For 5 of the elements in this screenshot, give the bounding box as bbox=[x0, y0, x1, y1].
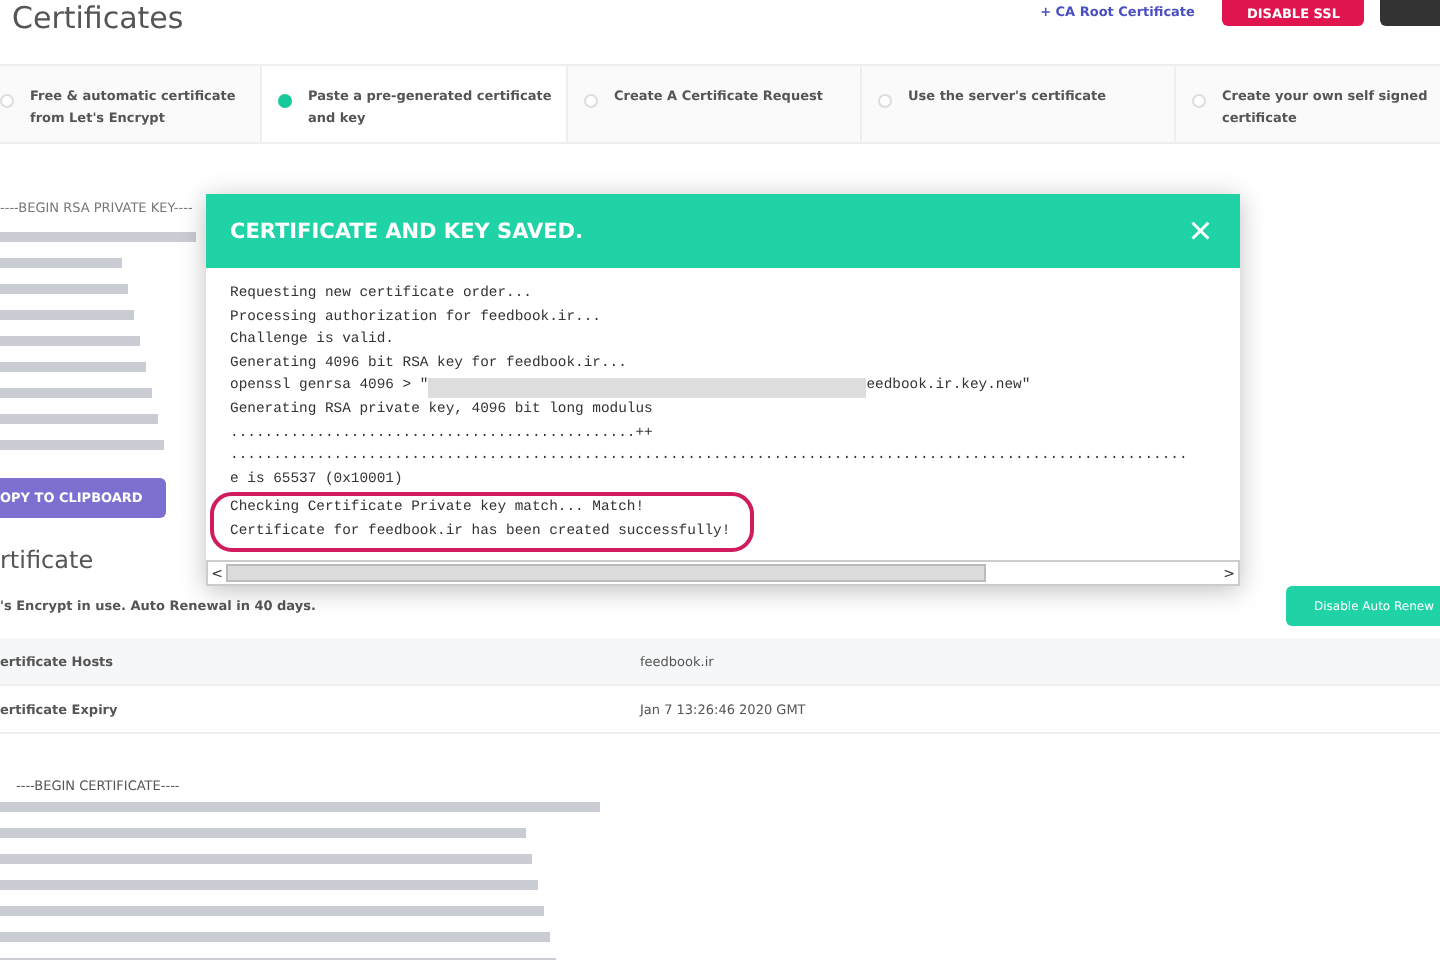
section-heading: rtificate bbox=[0, 546, 94, 574]
scroll-thumb[interactable] bbox=[226, 564, 986, 582]
modal-title: CERTIFICATE AND KEY SAVED. bbox=[230, 219, 583, 243]
page-title: Certificates bbox=[12, 2, 186, 36]
dark-button[interactable] bbox=[1380, 0, 1440, 26]
